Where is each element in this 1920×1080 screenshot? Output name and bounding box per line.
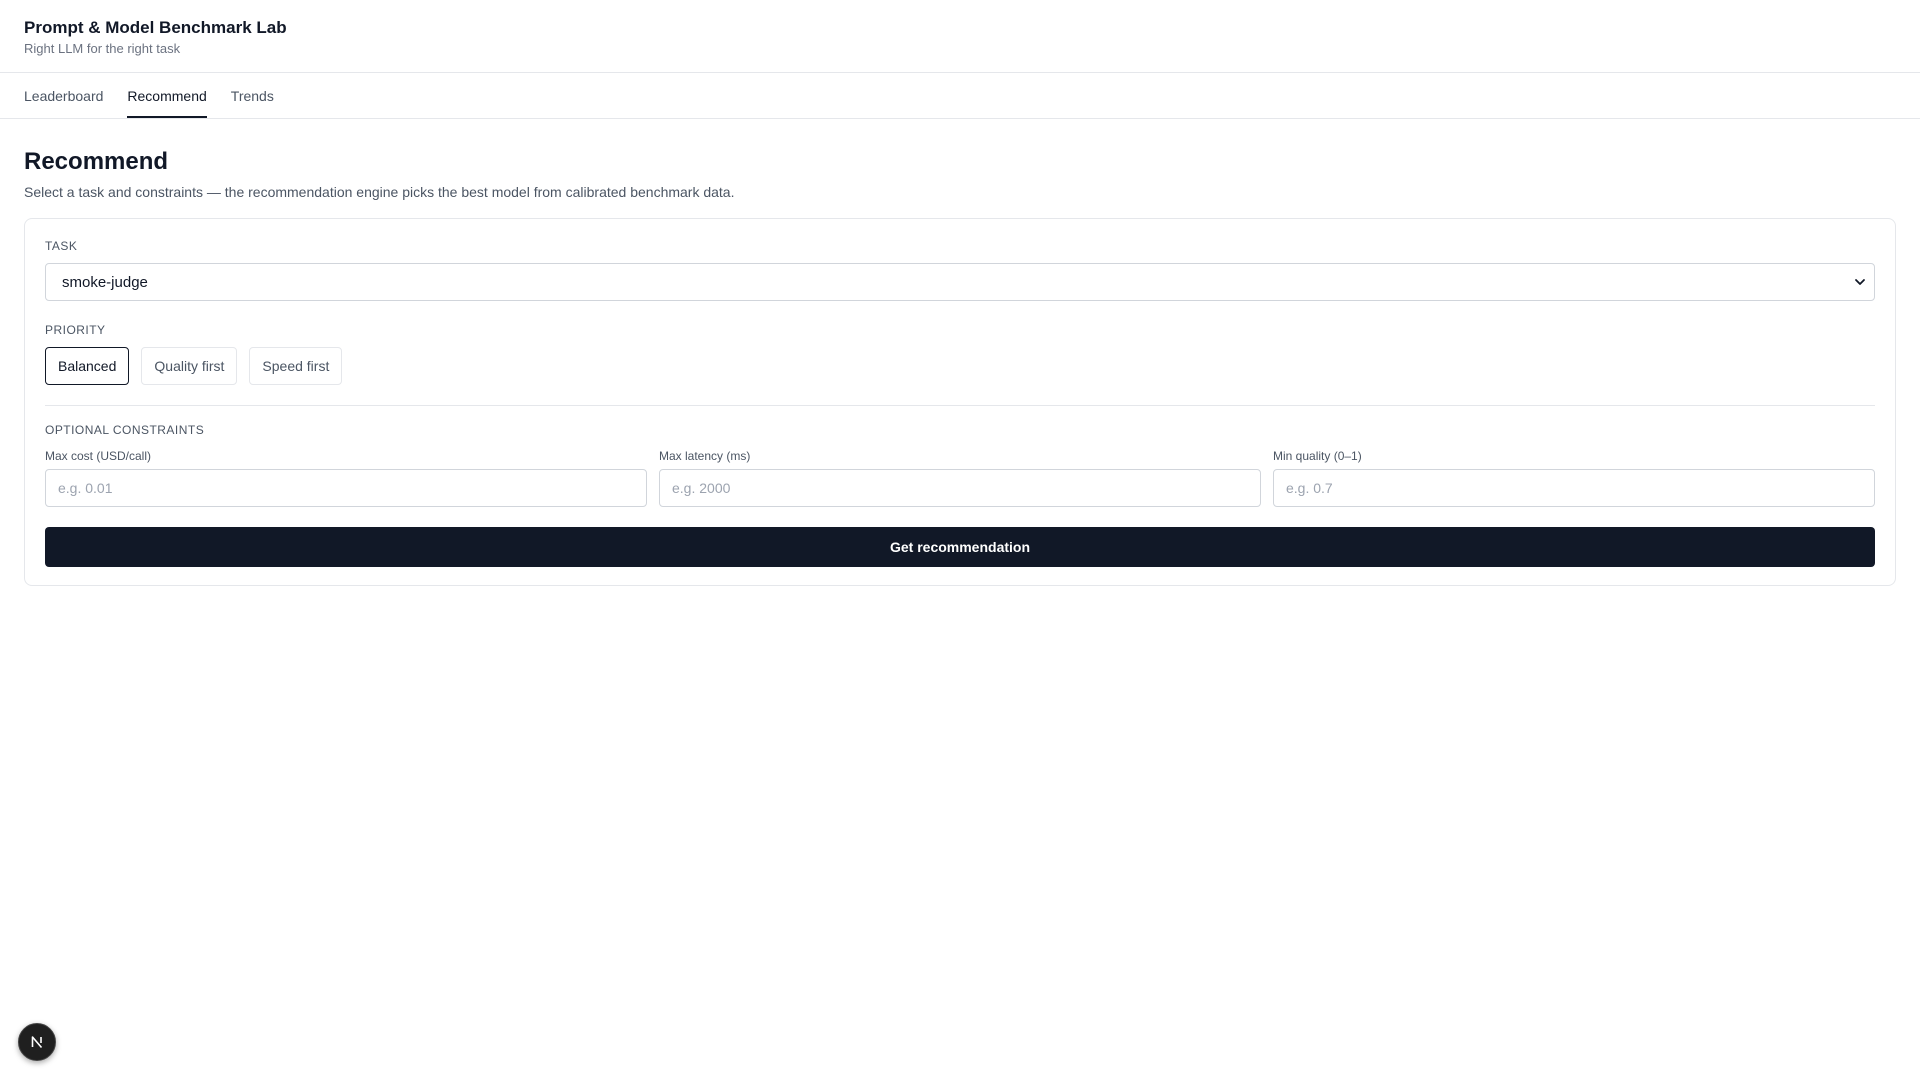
optional-constraints-label: OPTIONAL CONSTRAINTS (45, 423, 205, 437)
app-subtitle: Right LLM for the right task (24, 41, 181, 56)
priority-speed-first-button[interactable]: Speed first (249, 347, 343, 385)
app-header: Prompt & Model Benchmark Lab Right LLM f… (0, 0, 1920, 73)
priority-label: PRIORITY (45, 323, 106, 337)
min-quality-label: Min quality (0–1) (1273, 449, 1362, 463)
priority-balanced-button[interactable]: Balanced (45, 347, 130, 385)
max-latency-field-group: Max latency (ms) (659, 449, 1261, 507)
page-description: Select a task and constraints — the reco… (24, 184, 735, 200)
tab-leaderboard[interactable]: Leaderboard (24, 73, 103, 118)
max-cost-field-group: Max cost (USD/call) (45, 449, 647, 507)
priority-quality-first-button[interactable]: Quality first (141, 347, 238, 385)
tab-bar: Leaderboard Recommend Trends (0, 73, 1920, 119)
app-title: Prompt & Model Benchmark Lab (24, 18, 287, 37)
max-latency-input[interactable] (659, 469, 1261, 507)
nextjs-dev-badge[interactable] (18, 1023, 56, 1061)
main-content: Recommend Select a task and constraints … (0, 119, 1920, 586)
max-latency-label: Max latency (ms) (659, 449, 751, 463)
min-quality-field-group: Min quality (0–1) (1273, 449, 1875, 507)
max-cost-label: Max cost (USD/call) (45, 449, 152, 463)
priority-options: Balanced Quality first Speed first (45, 347, 1875, 385)
recommend-form-card: TASK smoke-judge PRIORITY Balanced Quali… (24, 218, 1896, 586)
max-cost-input[interactable] (45, 469, 647, 507)
chevron-down-icon (1855, 279, 1865, 285)
min-quality-input[interactable] (1273, 469, 1875, 507)
get-recommendation-button[interactable]: Get recommendation (45, 527, 1875, 567)
task-label: TASK (45, 239, 78, 253)
tab-trends[interactable]: Trends (231, 73, 274, 118)
nextjs-logo-icon (31, 1036, 43, 1049)
task-select[interactable]: smoke-judge (45, 263, 1875, 301)
divider (45, 405, 1875, 406)
tab-recommend[interactable]: Recommend (127, 73, 207, 118)
page-title: Recommend (24, 148, 169, 175)
task-select-value: smoke-judge (62, 273, 148, 291)
constraint-fields: Max cost (USD/call) Max latency (ms) Min… (45, 449, 1875, 507)
